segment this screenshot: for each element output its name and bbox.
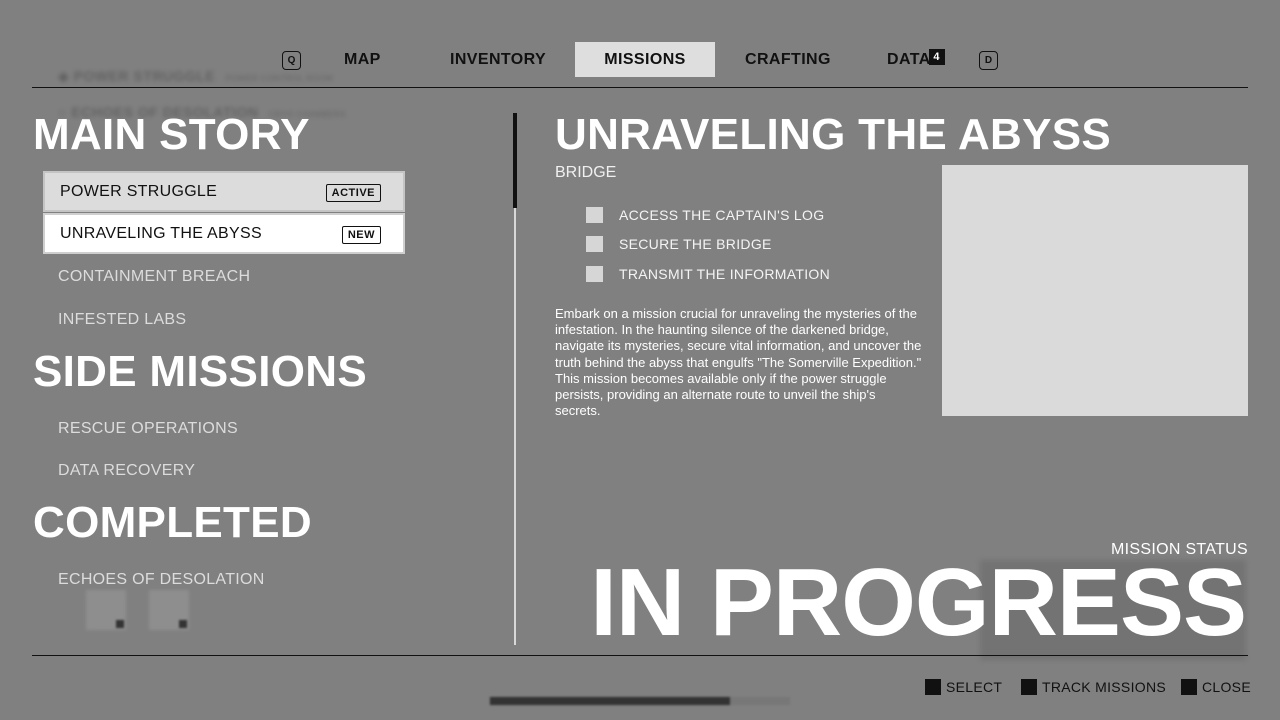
mission-item-label: CONTAINMENT BREACH <box>58 267 251 285</box>
tab-inventory-label: INVENTORY <box>450 50 547 68</box>
header-divider <box>32 87 1248 88</box>
objective-label: TRANSMIT THE INFORMATION <box>619 266 830 282</box>
mission-description: Embark on a mission crucial for unraveli… <box>555 306 922 419</box>
mission-item-power-struggle[interactable]: POWER STRUGGLE ACTIVE <box>43 171 405 212</box>
objective-label: ACCESS THE CAPTAIN'S LOG <box>619 207 825 223</box>
tab-missions[interactable]: MISSIONS <box>575 42 715 77</box>
tab-bar: Q MAP INVENTORY MISSIONS CRAFTING DATA 4… <box>0 42 1280 77</box>
mission-item-rescue-operations[interactable]: RESCUE OPERATIONS <box>43 408 405 449</box>
prev-tab-key[interactable]: Q <box>282 51 301 70</box>
select-action-label: SELECT <box>946 679 1003 695</box>
side-missions-heading: SIDE MISSIONS <box>33 347 367 396</box>
tab-missions-label: MISSIONS <box>604 50 686 68</box>
track-key-icon <box>1021 679 1037 695</box>
footer-divider <box>32 655 1248 656</box>
objective-checkbox <box>586 266 603 282</box>
select-action[interactable]: SELECT <box>925 679 1002 695</box>
objective-item: SECURE THE BRIDGE <box>586 236 772 252</box>
main-story-heading: MAIN STORY <box>33 110 310 159</box>
active-tag: ACTIVE <box>325 184 381 202</box>
tab-map-label: MAP <box>344 50 381 68</box>
objective-item: TRANSMIT THE INFORMATION <box>586 266 830 282</box>
select-key-icon <box>925 679 941 695</box>
objective-item: ACCESS THE CAPTAIN'S LOG <box>586 207 824 223</box>
new-tag: NEW <box>341 226 381 244</box>
next-tab-key[interactable]: D <box>979 51 998 70</box>
mission-item-label: DATA RECOVERY <box>58 461 196 479</box>
close-action[interactable]: CLOSE <box>1181 679 1251 695</box>
tab-data-label: DATA <box>887 50 931 68</box>
mission-item-containment-breach[interactable]: CONTAINMENT BREACH <box>43 256 405 297</box>
mission-status-value: IN PROGRESS <box>590 549 1247 656</box>
close-action-label: CLOSE <box>1202 679 1251 695</box>
objective-checkbox <box>586 236 603 252</box>
tab-crafting-label: CRAFTING <box>745 50 831 68</box>
tab-map[interactable]: MAP <box>326 42 399 77</box>
objective-checkbox <box>586 207 603 223</box>
mission-item-unraveling-the-abyss[interactable]: UNRAVELING THE ABYSS NEW <box>43 213 405 254</box>
mission-preview-image <box>942 165 1248 416</box>
tab-data-label-wrap: DATA 4 <box>887 48 945 69</box>
mission-item-infested-labs[interactable]: INFESTED LABS <box>43 299 405 340</box>
mission-item-label: ECHOES OF DESOLATION <box>58 570 265 588</box>
tab-crafting[interactable]: CRAFTING <box>717 42 859 77</box>
tab-data[interactable]: DATA 4 <box>859 42 959 77</box>
scroll-progress-fill <box>490 697 730 705</box>
mission-title: UNRAVELING THE ABYSS <box>555 110 1112 159</box>
data-notification-badge: 4 <box>928 48 945 65</box>
mission-item-label: UNRAVELING THE ABYSS <box>60 224 262 242</box>
close-key-icon <box>1181 679 1197 695</box>
mission-item-label: INFESTED LABS <box>58 310 187 328</box>
mission-location: BRIDGE <box>555 164 617 181</box>
mission-item-label: RESCUE OPERATIONS <box>58 419 238 437</box>
objective-label: SECURE THE BRIDGE <box>619 236 772 252</box>
mission-item-data-recovery[interactable]: DATA RECOVERY <box>43 450 405 491</box>
reward-thumb-dot <box>116 620 124 628</box>
completed-heading: COMPLETED <box>33 498 312 547</box>
track-missions-label: TRACK MISSIONS <box>1042 679 1166 695</box>
track-missions-action[interactable]: TRACK MISSIONS <box>1021 679 1166 695</box>
reward-thumb-dot <box>179 620 187 628</box>
mission-item-label: POWER STRUGGLE <box>60 182 218 200</box>
tab-inventory[interactable]: INVENTORY <box>422 42 574 77</box>
scroll-indicator[interactable] <box>513 113 517 208</box>
